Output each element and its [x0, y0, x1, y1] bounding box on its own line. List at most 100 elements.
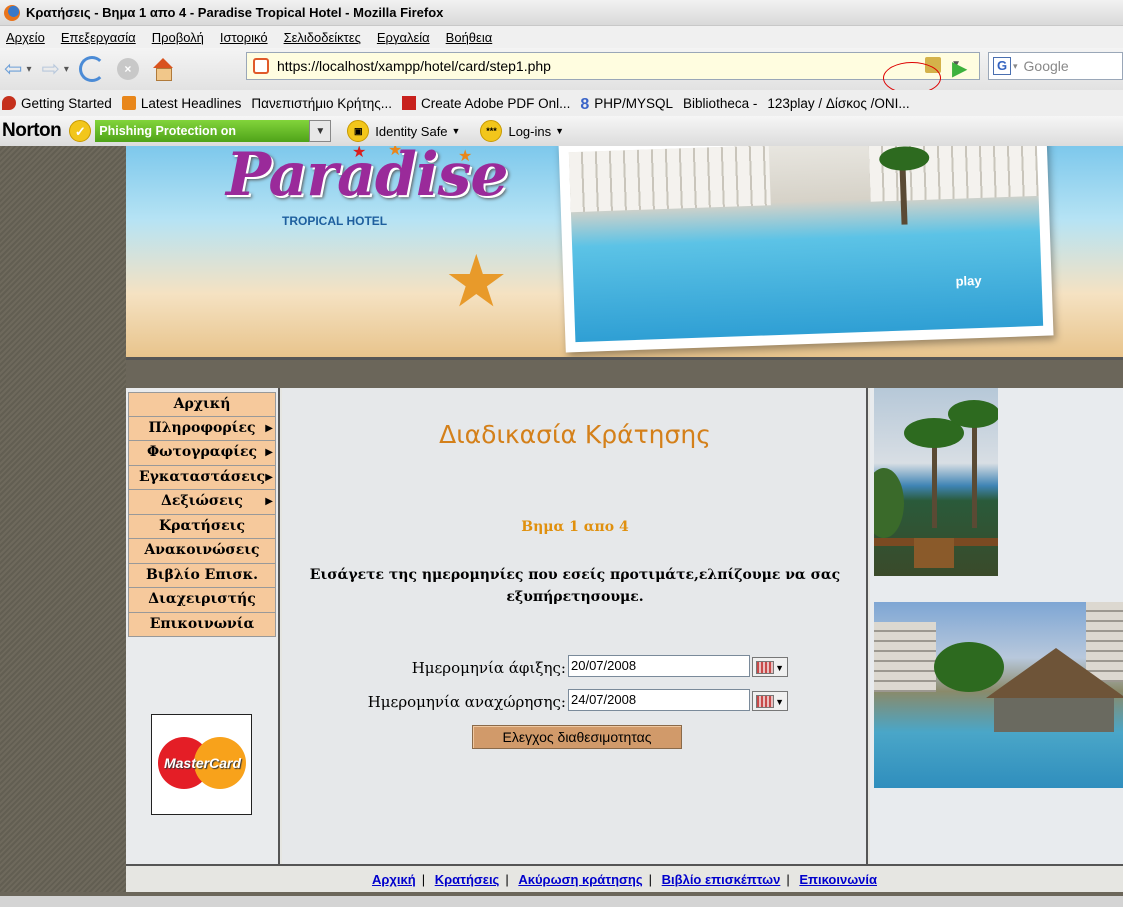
window-title: Κρατήσεις - Βημα 1 απο 4 - Paradise Trop… — [26, 5, 444, 20]
bookmark-label: Latest Headlines — [140, 95, 242, 111]
phishing-protection-dropdown[interactable]: Phishing Protection on ▼ — [95, 120, 332, 142]
arrival-date-input[interactable]: 20/07/2008 — [568, 655, 750, 677]
search-placeholder: Google — [1023, 58, 1069, 74]
sidebar-item-home[interactable]: Αρχική — [128, 392, 276, 417]
logo-subtitle: TROPICAL HOTEL — [282, 214, 388, 228]
go-button-icon[interactable]: ▶ — [952, 56, 967, 81]
footer-link-guestbook[interactable]: Βιβλίο επισκέπτων — [662, 872, 781, 887]
sidebar-item-label: Βιβλίο Επισκ. — [145, 566, 259, 583]
search-engine-dropdown-icon[interactable]: ▾ — [1013, 61, 1018, 72]
trees — [934, 642, 1004, 692]
page-background-left — [0, 146, 126, 892]
pool-bar — [994, 698, 1114, 732]
window-titlebar: Κρατήσεις - Βημα 1 απο 4 - Paradise Trop… — [0, 0, 1123, 26]
hotel-building — [568, 146, 771, 213]
identity-safe-icon: ▣ — [347, 120, 370, 142]
menu-tools[interactable]: Εργαλεία — [377, 30, 430, 45]
bookmarks-toolbar: Getting Started Latest Headlines Πανεπισ… — [0, 90, 1123, 116]
adobe-icon — [402, 96, 417, 110]
terrace-palms-photo — [874, 388, 998, 576]
footer-link-reservations[interactable]: Κρατήσεις — [435, 872, 500, 887]
back-arrow-icon[interactable]: ⇦ — [4, 56, 22, 82]
address-bar[interactable]: https://localhost/xampp/hotel/card/step1… — [246, 52, 980, 80]
menu-history[interactable]: Ιστορικό — [220, 30, 268, 45]
menu-bookmarks[interactable]: Σελιδοδείκτες — [284, 30, 361, 45]
search-box[interactable]: G ▾ Google — [988, 52, 1123, 80]
bookmark-123play[interactable]: 123play / Δίσκος /ONI... — [767, 96, 909, 111]
mastercard-logo: MasterCard — [151, 714, 252, 815]
bookmark-php-mysql[interactable]: 8 PHP/MYSQL — [580, 96, 673, 114]
site-favicon-icon — [253, 58, 269, 74]
sidebar-item-contact[interactable]: Επικοινωνία — [128, 612, 276, 637]
norton-toolbar: Norton ✓ Phishing Protection on ▼ ▣ Iden… — [0, 116, 1123, 146]
bookmark-adobe-pdf[interactable]: Create Adobe PDF Onl... — [402, 96, 570, 111]
sidebar-item-announcements[interactable]: Ανακοινώσεις — [128, 539, 276, 564]
bookmark-label: 123play / Δίσκος /ONI... — [767, 95, 910, 111]
bush — [874, 468, 904, 538]
table-chairs — [914, 538, 954, 568]
main-content: Αρχική Πληροφορίες ▶ Φωτογραφίες ▶ Εγκατασ… — [126, 388, 1123, 864]
departure-row: Ημερομηνία αναχώρησης: 24/07/2008 ▼ — [282, 689, 868, 713]
departure-calendar-button[interactable]: ▼ — [752, 691, 788, 711]
separator: | — [421, 872, 426, 887]
footer-link-contact[interactable]: Επικοινωνία — [799, 872, 877, 887]
logins-button[interactable]: *** Log-ins ▼ — [480, 120, 564, 142]
php-icon: 8 — [580, 96, 590, 113]
bookmark-latest-headlines[interactable]: Latest Headlines — [121, 95, 242, 111]
separator: | — [505, 872, 509, 887]
arrival-row: Ημερομηνία άφιξης: 20/07/2008 ▼ — [282, 655, 868, 679]
status-bar — [0, 896, 1123, 907]
sidebar-item-receptions[interactable]: Δεξιώσεις ▶ — [128, 490, 276, 515]
stop-icon[interactable]: × — [116, 58, 139, 80]
back-dropdown-icon[interactable]: ▾ — [26, 64, 31, 75]
logins-label: Log-ins — [508, 123, 552, 139]
sidebar-item-photos[interactable]: Φωτογραφίες ▶ — [128, 441, 276, 466]
forward-dropdown-icon[interactable]: ▾ — [64, 64, 69, 75]
submenu-arrow-icon: ▶ — [265, 496, 273, 507]
sidebar-item-label: Αρχική — [173, 396, 231, 412]
footer-link-home[interactable]: Αρχική — [372, 872, 416, 887]
hotel-banner: Paradise ★ ★ ★ TROPICAL HOTEL ★ play — [126, 146, 1123, 360]
bookmark-getting-started[interactable]: Getting Started — [2, 96, 112, 111]
sidebar-item-label: Διαχειριστής — [148, 591, 256, 607]
sidebar-item-label: Ανακοινώσεις — [144, 542, 260, 558]
submenu-arrow-icon: ▶ — [265, 447, 273, 458]
sidebar-item-admin[interactable]: Διαχειριστής — [128, 588, 276, 613]
sidebar-item-guestbook[interactable]: Βιβλίο Επισκ. — [128, 563, 276, 588]
chevron-down-icon[interactable]: ▼ — [309, 120, 332, 142]
menu-file[interactable]: Αρχείο — [6, 30, 45, 45]
play-label[interactable]: play — [955, 273, 982, 289]
reload-icon[interactable] — [78, 56, 105, 82]
footer-link-cancel-reservation[interactable]: Ακύρωση κράτησης — [518, 872, 642, 887]
forward-arrow-icon[interactable]: ⇨ — [41, 56, 59, 82]
booking-panel: Διαδικασία Κράτησης Βημα 1 απο 4 Εισάγετ… — [282, 388, 868, 864]
checkmark-icon: ✓ — [69, 120, 92, 142]
sidebar-item-reservations[interactable]: Κρατήσεις — [128, 514, 276, 539]
menu-bar: Αρχείο Επεξεργασία Προβολή Ιστορικό Σελι… — [0, 26, 1123, 48]
sidebar-item-info[interactable]: Πληροφορίες ▶ — [128, 416, 276, 441]
bookmark-bibliotheca[interactable]: Bibliotheca - — [683, 96, 757, 111]
star-icon: ★ — [388, 146, 403, 159]
menu-help[interactable]: Βοήθεια — [446, 30, 493, 45]
bookmark-label: Create Adobe PDF Onl... — [421, 95, 571, 111]
sidebar-item-label: Εγκαταστάσεις — [138, 468, 266, 485]
logins-icon: *** — [480, 120, 503, 142]
arrival-calendar-button[interactable]: ▼ — [752, 657, 788, 677]
menu-edit[interactable]: Επεξεργασία — [61, 30, 136, 45]
check-availability-button[interactable]: Ελεγχος διαθεσιμοτητας — [472, 725, 682, 749]
sidebar-item-facilities[interactable]: Εγκαταστάσεις ▶ — [128, 465, 276, 490]
menu-view[interactable]: Προβολή — [152, 30, 204, 45]
bookmark-label: Getting Started — [21, 95, 112, 111]
bookmark-label: Bibliotheca - — [683, 95, 758, 111]
home-icon[interactable] — [151, 58, 175, 81]
page-title: Διαδικασία Κράτησης — [439, 420, 711, 449]
palm-leaves — [948, 400, 998, 428]
footer-links: Αρχική | Κρατήσεις | Ακύρωση κράτησης | Βιβ… — [126, 864, 1123, 892]
sidebar-item-label: Φωτογραφίες — [146, 444, 258, 460]
bookmark-university-crete[interactable]: Πανεπιστήμιο Κρήτης... — [251, 96, 392, 111]
google-icon[interactable]: G — [993, 57, 1011, 75]
departure-date-input[interactable]: 24/07/2008 — [568, 689, 750, 711]
starfish-icon: ★ — [444, 242, 509, 322]
identity-safe-button[interactable]: ▣ Identity Safe ▼ — [347, 120, 460, 142]
mastercard-text: MasterCard — [163, 755, 242, 771]
